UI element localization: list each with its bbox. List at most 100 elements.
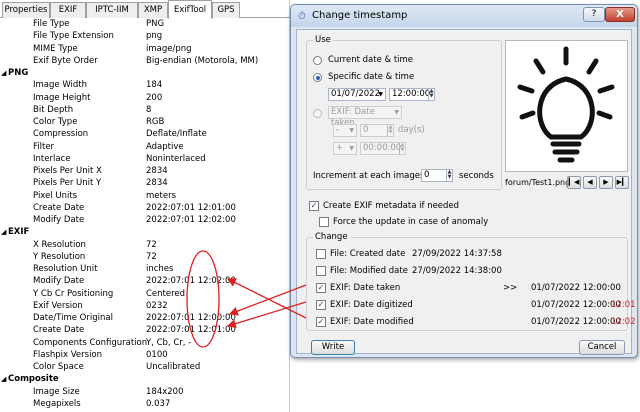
metadata-row[interactable]: File Type Extension png: [0, 30, 290, 42]
force-update-checkbox[interactable]: [319, 217, 329, 227]
metadata-row[interactable]: Megapixels 0.037: [0, 398, 290, 410]
tab-properties[interactable]: Properties: [2, 2, 50, 18]
metadata-row[interactable]: Bit Depth 8: [0, 104, 290, 116]
change-checkbox[interactable]: [316, 266, 326, 276]
group-header[interactable]: ◢ EXIF: [0, 226, 290, 238]
image-preview: [505, 40, 628, 172]
previous-image-button[interactable]: ◀: [583, 176, 597, 189]
change-timestamp-dialog: ⏱ Change timestamp ? X Use Current date …: [290, 4, 638, 358]
metadata-key: MIME Type: [33, 43, 78, 54]
metadata-key: Exif Byte Order: [33, 55, 98, 66]
offset-time-value: 00:00:00: [363, 143, 402, 153]
metadata-row[interactable]: MIME Type image/png: [0, 43, 290, 55]
metadata-row[interactable]: Modify Date 2022:07:01 12:02:00: [0, 214, 290, 226]
close-button[interactable]: X: [605, 7, 635, 22]
change-checkbox[interactable]: [316, 249, 326, 259]
metadata-row[interactable]: Pixel Units meters: [0, 190, 290, 202]
tab-exif[interactable]: EXIF: [50, 2, 86, 18]
create-exif-checkbox[interactable]: ✓: [309, 201, 319, 211]
time-field[interactable]: 12:00:00 ▲ ▼: [389, 88, 435, 101]
change-checkbox[interactable]: ✓: [316, 283, 326, 293]
change-checkbox[interactable]: ✓: [316, 300, 326, 310]
date-picker[interactable]: 01/07/2022 ▼: [328, 88, 386, 101]
chevron-down-icon: ▼: [349, 127, 354, 134]
lightbulb-icon: [517, 46, 615, 163]
help-button[interactable]: ?: [583, 7, 605, 22]
metadata-value: Centered: [146, 288, 186, 299]
spin-arrows-icon[interactable]: ▲ ▼: [399, 143, 405, 154]
metadata-row[interactable]: Filter Adaptive: [0, 141, 290, 153]
collapse-triangle-icon[interactable]: ◢: [1, 373, 6, 385]
days-spinner[interactable]: 0 ▲ ▼: [360, 124, 394, 137]
dialog-titlebar[interactable]: ⏱ Change timestamp ? X: [291, 5, 637, 27]
exif-source-radio[interactable]: [313, 109, 322, 118]
annotation-note: 12:01: [611, 300, 636, 310]
exif-source-combo[interactable]: EXIF: Date taken ▼: [328, 106, 402, 128]
last-image-button[interactable]: ▶▎: [615, 176, 629, 189]
tab-xmp[interactable]: XMP: [138, 2, 168, 18]
metadata-row[interactable]: Image Size 184x200: [0, 386, 290, 398]
metadata-value: inches: [146, 264, 174, 274]
metadata-row[interactable]: Modify Date 2022:07:01 12:02:00: [0, 275, 290, 287]
play-icon: ▶: [603, 178, 609, 186]
seconds-label: seconds: [459, 171, 494, 181]
date-value: 01/07/2022: [331, 89, 380, 99]
metadata-row[interactable]: Exif Version 0232: [0, 300, 290, 312]
metadata-row[interactable]: Color Type RGB: [0, 116, 290, 128]
metadata-value: 2834: [146, 166, 168, 176]
metadata-row[interactable]: Color Space Uncalibrated: [0, 361, 290, 373]
metadata-row[interactable]: Compression Deflate/Inflate: [0, 128, 290, 140]
first-image-button[interactable]: ▎◀: [567, 176, 581, 189]
spin-arrows-icon[interactable]: ▲ ▼: [446, 170, 452, 181]
tab-iptc-iim[interactable]: IPTC-IIM: [86, 2, 138, 18]
exif-properties-panel: Properties EXIF IPTC-IIM XMP ExifTool GP…: [0, 0, 290, 412]
metadata-row[interactable]: Create Date 2022:07:01 12:01:00: [0, 324, 290, 336]
specific-datetime-radio[interactable]: [313, 73, 322, 82]
metadata-row[interactable]: Interlace Noninterlaced: [0, 153, 290, 165]
metadata-value: 8: [146, 104, 152, 115]
increment-spinner[interactable]: 0 ▲ ▼: [421, 169, 453, 182]
metadata-value: 184: [146, 80, 163, 91]
metadata-row[interactable]: Pixels Per Unit Y 2834: [0, 177, 290, 189]
metadata-row[interactable]: Create Date 2022:07:01 12:01:00: [0, 202, 290, 214]
collapse-triangle-icon[interactable]: ◢: [1, 67, 6, 79]
offset-time-field[interactable]: 00:00:00 ▲ ▼: [360, 142, 406, 155]
metadata-row[interactable]: X Resolution 72: [0, 239, 290, 251]
time-sign-combo[interactable]: + ▼: [333, 142, 357, 155]
metadata-row[interactable]: Resolution Unit inches: [0, 263, 290, 275]
current-datetime-radio[interactable]: [313, 56, 322, 65]
collapse-triangle-icon[interactable]: ◢: [1, 226, 6, 238]
annotation-note: 12:02: [611, 317, 636, 327]
metadata-row[interactable]: Flashpix Version 0100: [0, 349, 290, 361]
spin-arrows-icon[interactable]: ▲ ▼: [387, 125, 393, 136]
metadata-value: Uncalibrated: [146, 362, 201, 372]
time-value: 12:00:00: [392, 89, 431, 99]
tab-gps[interactable]: GPS: [212, 2, 240, 18]
next-image-button[interactable]: ▶: [599, 176, 613, 189]
days-sign-combo[interactable]: - ▼: [333, 124, 357, 137]
change-checkbox[interactable]: ✓: [316, 317, 326, 327]
metadata-key: Components Configuration: [33, 337, 148, 348]
metadata-row[interactable]: Date/Time Original 2022:07:01 12:00:00: [0, 312, 290, 324]
metadata-row[interactable]: Y Cb Cr Positioning Centered: [0, 288, 290, 300]
metadata-row[interactable]: Image Height 200: [0, 92, 290, 104]
group-header[interactable]: ◢ PNG: [0, 67, 290, 79]
spin-arrows-icon[interactable]: ▲ ▼: [428, 89, 434, 100]
plus-sign: +: [336, 143, 344, 153]
metadata-row[interactable]: File Type PNG: [0, 18, 290, 30]
cancel-button[interactable]: Cancel: [579, 340, 625, 355]
metadata-key: Interlace: [33, 153, 71, 164]
metadata-key: Y Cb Cr Positioning: [33, 288, 114, 299]
metadata-key: File Type: [33, 19, 70, 29]
change-field-label: EXIF: Date modified: [330, 317, 414, 327]
metadata-row[interactable]: Components Configuration Y, Cb, Cr, -: [0, 337, 290, 349]
metadata-row[interactable]: Y Resolution 72: [0, 251, 290, 263]
change-group-label: Change: [313, 232, 350, 242]
tab-exiftool[interactable]: ExifTool: [168, 0, 212, 19]
metadata-row[interactable]: Pixels Per Unit X 2834: [0, 165, 290, 177]
current-datetime-label: Current date & time: [328, 55, 414, 65]
metadata-row[interactable]: Exif Byte Order Big-endian (Motorola, MM): [0, 55, 290, 67]
metadata-row[interactable]: Image Width 184: [0, 79, 290, 91]
write-button[interactable]: Write: [311, 340, 355, 355]
group-header[interactable]: ◢ Composite: [0, 373, 290, 385]
